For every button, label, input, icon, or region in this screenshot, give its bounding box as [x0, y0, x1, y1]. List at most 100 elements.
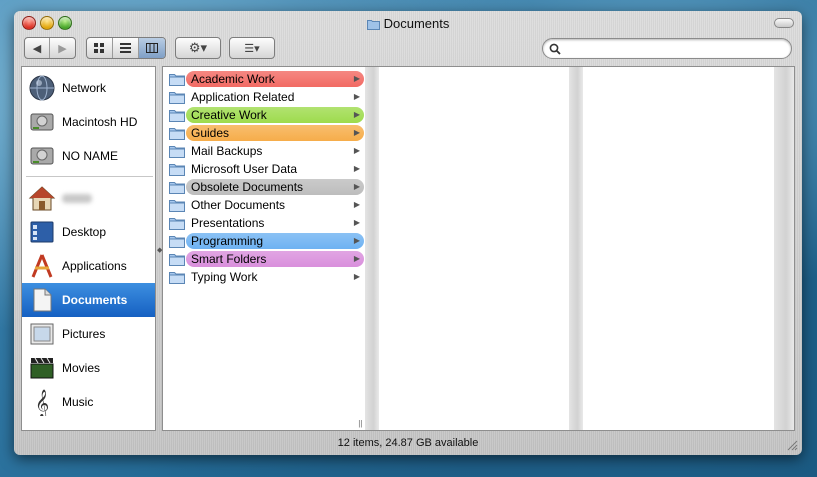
icon-view-button[interactable]	[87, 38, 113, 58]
folder-label: Presentations	[191, 216, 265, 230]
sidebar-item-label: Music	[62, 395, 94, 409]
applications-icon	[31, 254, 53, 278]
column-empty	[582, 67, 775, 430]
folder-icon	[169, 272, 185, 284]
folder-row[interactable]: Creative Work ▶	[166, 106, 364, 124]
sidebar-item-pictures[interactable]: Pictures	[22, 317, 155, 351]
folder-label: Creative Work	[191, 108, 267, 122]
sidebar-item-macintosh-hd[interactable]: Macintosh HD	[22, 105, 155, 139]
disclosure-arrow-icon: ▶	[353, 128, 360, 137]
action-menu-button[interactable]: ⚙▾	[175, 37, 221, 59]
column-resize-icon[interactable]: ||	[358, 419, 362, 428]
folder-label: Typing Work	[191, 270, 258, 284]
sidebar-divider	[26, 176, 153, 177]
folder-row[interactable]: Academic Work ▶	[166, 70, 364, 88]
folder-icon	[169, 200, 185, 212]
folder-row[interactable]: Other Documents ▶	[166, 196, 364, 214]
arrange-menu-button[interactable]: ☰▾	[229, 37, 275, 59]
music-icon: 𝄞	[35, 389, 49, 416]
sidebar-item-applications[interactable]: Applications	[22, 249, 155, 283]
hard-drive-icon	[30, 113, 54, 131]
column-documents: Academic Work ▶ Application Related ▶ Creati…	[163, 67, 366, 430]
finder-window: Documents ◀ ▶ ⚙▾ ☰▾ Network Macintosh HD…	[14, 11, 802, 455]
disclosure-arrow-icon: ▶	[353, 92, 360, 101]
back-forward-control: ◀ ▶	[24, 37, 76, 59]
folder-label: Smart Folders	[191, 252, 267, 266]
search-field[interactable]	[542, 38, 792, 59]
home-icon	[28, 186, 56, 211]
toolbar-toggle-button[interactable]	[774, 18, 794, 28]
hard-drive-icon	[30, 147, 54, 165]
status-bar: 12 items, 24.87 GB available	[14, 431, 802, 455]
icon-view-icon	[94, 42, 104, 53]
sidebar-item-home[interactable]	[22, 181, 155, 215]
folder-label: Other Documents	[191, 198, 286, 212]
folder-row[interactable]: Typing Work ▶	[166, 268, 364, 286]
folder-icon	[169, 110, 185, 122]
disclosure-arrow-icon: ▶	[353, 146, 360, 155]
toolbar: ◀ ▶ ⚙▾ ☰▾	[14, 37, 802, 63]
folder-row[interactable]: Mail Backups ▶	[166, 142, 364, 160]
sidebar-item-label: Applications	[62, 259, 127, 273]
folder-row[interactable]: Smart Folders ▶	[166, 250, 364, 268]
sidebar-item-label: Documents	[62, 293, 128, 307]
network-globe-icon	[29, 75, 55, 101]
documents-icon	[33, 288, 52, 312]
forward-button[interactable]: ▶	[50, 38, 75, 58]
folder-icon	[169, 218, 185, 230]
column-divider[interactable]	[365, 67, 380, 430]
folder-row[interactable]: Microsoft User Data ▶	[166, 160, 364, 178]
folder-row[interactable]: Application Related ▶	[166, 88, 364, 106]
disclosure-arrow-icon: ▶	[353, 218, 360, 227]
folder-label: Mail Backups	[191, 144, 263, 158]
folder-label: Microsoft User Data	[191, 162, 298, 176]
folder-icon	[169, 128, 185, 140]
disclosure-arrow-icon: ▶	[353, 182, 360, 191]
sidebar-item-label: Desktop	[62, 225, 107, 239]
column-browser: Academic Work ▶ Application Related ▶ Creati…	[162, 66, 795, 431]
svg-text:𝄞: 𝄞	[35, 389, 49, 416]
resize-grip-icon[interactable]	[786, 439, 798, 451]
back-arrow-icon: ◀	[32, 42, 42, 55]
folder-icon	[366, 19, 380, 30]
column-view-button[interactable]	[139, 38, 165, 58]
search-icon	[549, 43, 561, 55]
folder-icon	[169, 74, 185, 86]
back-button[interactable]: ◀	[25, 38, 51, 58]
column-divider[interactable]	[568, 67, 583, 430]
movies-icon	[30, 357, 54, 379]
sidebar-item-documents[interactable]: Documents	[22, 283, 155, 317]
window-title-area: Documents	[14, 16, 802, 31]
sidebar-item-label: Movies	[62, 361, 101, 375]
folder-icon	[169, 182, 185, 194]
disclosure-arrow-icon: ▶	[353, 236, 360, 245]
folder-icon	[169, 236, 185, 248]
disclosure-arrow-icon: ▶	[353, 272, 360, 281]
sidebar-item-desktop[interactable]: Desktop	[22, 215, 155, 249]
folder-row[interactable]: Guides ▶	[166, 124, 364, 142]
folder-label: Programming	[191, 234, 264, 248]
folder-icon	[169, 92, 185, 104]
list-view-button[interactable]	[113, 38, 139, 58]
folder-label: Obsolete Documents	[191, 180, 304, 194]
folder-row[interactable]: Programming ▶	[166, 232, 364, 250]
column-divider[interactable]	[774, 67, 794, 430]
column-empty	[379, 67, 569, 430]
sidebar-item-no-name[interactable]: NO NAME	[22, 139, 155, 173]
sidebar-item-label: NO NAME	[62, 149, 119, 163]
folder-row[interactable]: Presentations ▶	[166, 214, 364, 232]
forward-arrow-icon: ▶	[58, 42, 67, 55]
sidebar-item-movies[interactable]: Movies	[22, 351, 155, 385]
disclosure-arrow-icon: ▶	[353, 110, 360, 119]
folder-row[interactable]: Obsolete Documents ▶	[166, 178, 364, 196]
sidebar-item-network[interactable]: Network	[22, 71, 155, 105]
search-input[interactable]	[565, 41, 791, 56]
sidebar-item-label: Macintosh HD	[62, 115, 138, 129]
sidebar-item-music[interactable]: 𝄞 Music	[22, 385, 155, 419]
sidebar: Network Macintosh HD NO NAME Desktop App…	[21, 66, 156, 431]
disclosure-arrow-icon: ▶	[353, 254, 360, 263]
folder-icon	[169, 146, 185, 158]
gear-icon: ⚙▾	[188, 40, 208, 55]
titlebar[interactable]: Documents ◀ ▶ ⚙▾ ☰▾	[14, 11, 802, 65]
status-text: 12 items, 24.87 GB available	[337, 437, 479, 449]
